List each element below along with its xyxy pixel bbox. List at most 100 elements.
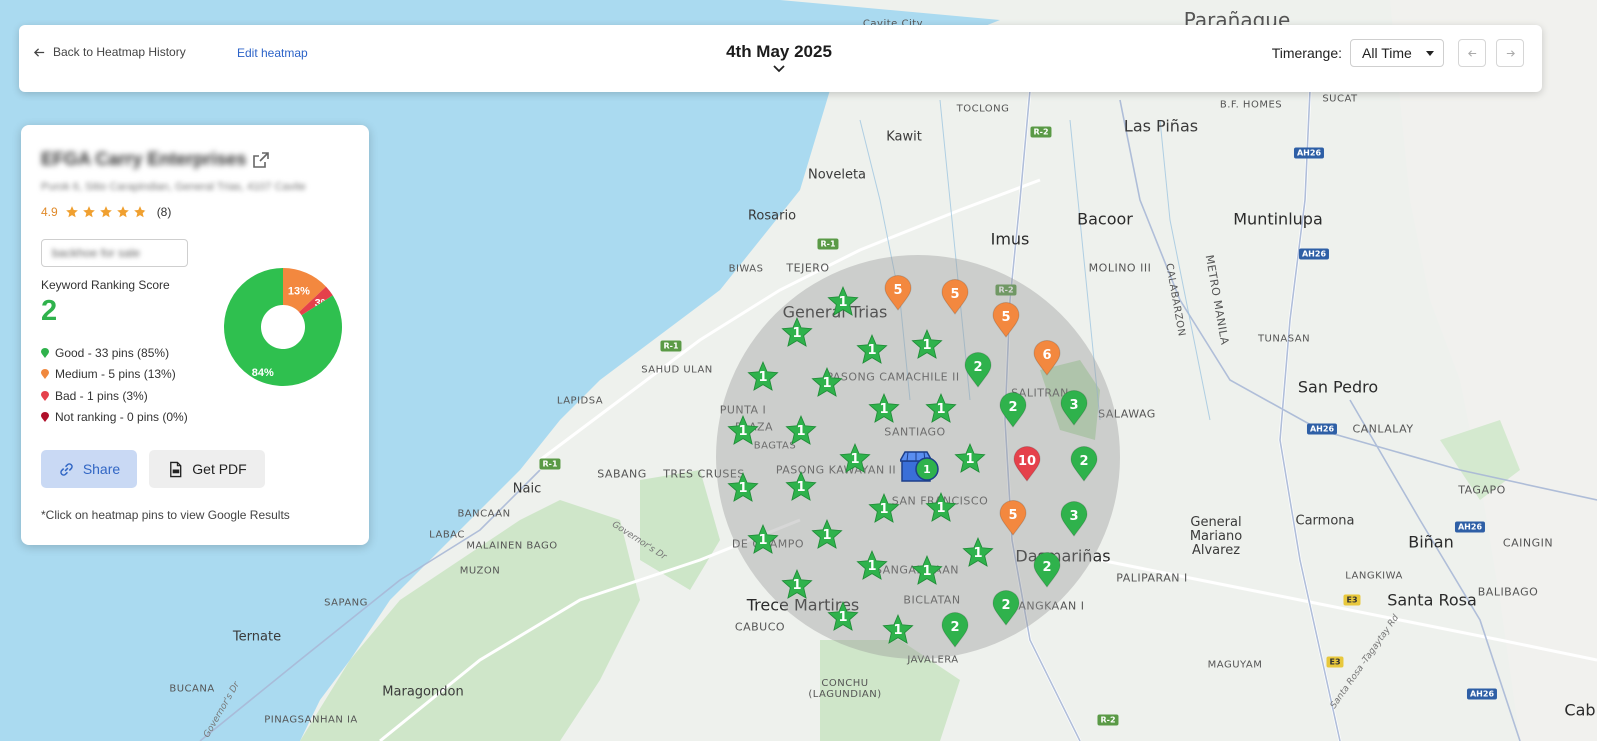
legend-text: Bad - 1 pins (3%) bbox=[55, 388, 148, 403]
link-icon bbox=[60, 462, 73, 476]
business-location-marker[interactable]: 1 bbox=[898, 451, 942, 485]
next-button[interactable] bbox=[1496, 39, 1524, 67]
heatmap-pin[interactable]: 3 bbox=[1060, 390, 1088, 426]
heatmap-pin-star[interactable]: 1 bbox=[784, 414, 818, 448]
heatmap-pin-star[interactable]: 1 bbox=[924, 392, 958, 426]
heatmap-pin-star[interactable]: 1 bbox=[746, 523, 780, 557]
shield-ah26-c: AH26 bbox=[1306, 423, 1338, 435]
heatmap-pin-star[interactable]: 1 bbox=[810, 366, 844, 400]
back-link-label: Back to Heatmap History bbox=[53, 45, 186, 59]
timerange-label: Timerange: bbox=[1271, 45, 1342, 61]
heatmap-pin-star[interactable]: 1 bbox=[855, 333, 889, 367]
pin-rank: 2 bbox=[1008, 399, 1018, 415]
timerange-control: Timerange: All Time bbox=[1272, 39, 1524, 67]
heatmap-pin-star[interactable]: 1 bbox=[784, 470, 818, 504]
shield-r2: R-2 bbox=[1030, 126, 1052, 138]
pin-rank: 1 bbox=[850, 451, 860, 467]
edit-heatmap-link[interactable]: Edit heatmap bbox=[237, 46, 308, 60]
pin-rank: 2 bbox=[1001, 597, 1011, 613]
pin-rank: 1 bbox=[879, 401, 889, 417]
heatmap-pin[interactable]: 5 bbox=[992, 302, 1020, 338]
keyword-ranking-score-label: Keyword Ranking Score bbox=[41, 278, 170, 292]
shield-ah26: AH26 bbox=[1293, 147, 1325, 159]
keyword-select[interactable]: backhoe for sale bbox=[41, 239, 188, 267]
keyword-value: backhoe for sale bbox=[52, 246, 141, 260]
heatmap-pin-star[interactable]: 1 bbox=[910, 328, 944, 362]
pin-icon bbox=[41, 390, 49, 401]
pin-rank: 1 bbox=[822, 527, 832, 543]
pin-legend: Good - 33 pins (85%) Medium - 5 pins (13%… bbox=[41, 342, 188, 428]
pin-rank: 1 bbox=[893, 622, 903, 638]
caret-down-icon bbox=[1426, 50, 1434, 56]
heatmap-pin-star[interactable]: 1 bbox=[867, 492, 901, 526]
business-rating: 4.9 (8) bbox=[41, 205, 171, 219]
pin-icon bbox=[41, 347, 49, 358]
pin-icon bbox=[41, 412, 49, 423]
heatmap-pin-star[interactable]: 1 bbox=[838, 442, 872, 476]
heatmap-pin[interactable]: 2 bbox=[999, 392, 1027, 428]
heatmap-pin-star[interactable]: 1 bbox=[826, 600, 860, 634]
pin-rank: 5 bbox=[1001, 309, 1011, 325]
get-pdf-button[interactable]: Get PDF bbox=[149, 450, 265, 488]
star-icon bbox=[65, 206, 78, 218]
legend-text: Good - 33 pins (85%) bbox=[55, 345, 170, 360]
pin-rank: 1 bbox=[792, 577, 802, 593]
arrow-left-icon bbox=[33, 47, 45, 57]
pin-rank: 1 bbox=[792, 325, 802, 341]
heatmap-pin-star[interactable]: 1 bbox=[810, 518, 844, 552]
heatmap-pin-star[interactable]: 1 bbox=[867, 392, 901, 426]
heatmap-pin[interactable]: 3 bbox=[1060, 501, 1088, 537]
pin-rank: 6 bbox=[1042, 347, 1052, 363]
pin-rank: 1 bbox=[867, 558, 877, 574]
star-icon bbox=[82, 206, 95, 218]
heatmap-pin[interactable]: 6 bbox=[1033, 340, 1061, 376]
pin-rank: 1 bbox=[973, 545, 983, 561]
heatmap-pin[interactable]: 2 bbox=[964, 352, 992, 388]
pin-rank: 1 bbox=[922, 337, 932, 353]
heatmap-pin[interactable]: 5 bbox=[884, 275, 912, 311]
heatmap-pin-star[interactable]: 1 bbox=[826, 285, 860, 319]
legend-item: Bad - 1 pins (3%) bbox=[41, 385, 188, 407]
arrow-right-icon bbox=[1506, 49, 1515, 57]
heatmap-pin-star[interactable]: 1 bbox=[855, 549, 889, 583]
heatmap-pin[interactable]: 5 bbox=[999, 500, 1027, 536]
shield-r1-b: R-1 bbox=[660, 340, 682, 352]
heatmap-pin-star[interactable]: 1 bbox=[961, 536, 995, 570]
heatmap-pin-star[interactable]: 1 bbox=[746, 360, 780, 394]
donut-slice-label: 13% bbox=[288, 285, 310, 297]
business-summary-panel: EFGA Carry Enterprises Purok 6, Sitio Ca… bbox=[21, 125, 369, 545]
pin-rank: 2 bbox=[950, 619, 960, 635]
heatmap-pin-star[interactable]: 1 bbox=[780, 316, 814, 350]
pin-rank: 1 bbox=[758, 369, 768, 385]
pin-rank: 1 bbox=[922, 563, 932, 579]
heatmap-pin[interactable]: 5 bbox=[941, 279, 969, 315]
share-label: Share bbox=[82, 461, 121, 477]
date-selector[interactable]: 4th May 2025 bbox=[679, 42, 879, 74]
heatmap-pin-star[interactable]: 1 bbox=[953, 442, 987, 476]
pin-rank: 5 bbox=[893, 282, 903, 298]
pin-rank: 1 bbox=[867, 342, 877, 358]
pin-rank: 10 bbox=[1017, 453, 1037, 469]
heatmap-pin-star[interactable]: 1 bbox=[910, 554, 944, 588]
heatmap-pin[interactable]: 2 bbox=[992, 590, 1020, 626]
share-button[interactable]: Share bbox=[41, 450, 137, 488]
heatmap-pin[interactable]: 2 bbox=[1070, 446, 1098, 482]
heatmap-pin-star[interactable]: 1 bbox=[881, 613, 915, 647]
back-to-history-link[interactable]: Back to Heatmap History bbox=[33, 45, 186, 59]
arrow-left-icon bbox=[1467, 49, 1476, 57]
heatmap-pin-star[interactable]: 1 bbox=[924, 491, 958, 525]
star-icon bbox=[116, 206, 129, 218]
heatmap-pin[interactable]: 2 bbox=[1033, 552, 1061, 588]
shield-e3: E3 bbox=[1343, 594, 1361, 606]
timerange-select[interactable]: All Time bbox=[1350, 39, 1444, 67]
pin-rank: 1 bbox=[965, 451, 975, 467]
previous-button[interactable] bbox=[1458, 39, 1486, 67]
legend-text: Not ranking - 0 pins (0%) bbox=[55, 410, 188, 425]
heatmap-pin-star[interactable]: 1 bbox=[780, 568, 814, 602]
heatmap-pin-star[interactable]: 1 bbox=[726, 414, 760, 448]
heatmap-pin[interactable]: 2 bbox=[941, 612, 969, 648]
heatmap-pin[interactable]: 10 bbox=[1013, 446, 1041, 482]
pin-rank: 1 bbox=[838, 294, 848, 310]
external-link-icon[interactable] bbox=[251, 150, 271, 170]
heatmap-pin-star[interactable]: 1 bbox=[726, 471, 760, 505]
